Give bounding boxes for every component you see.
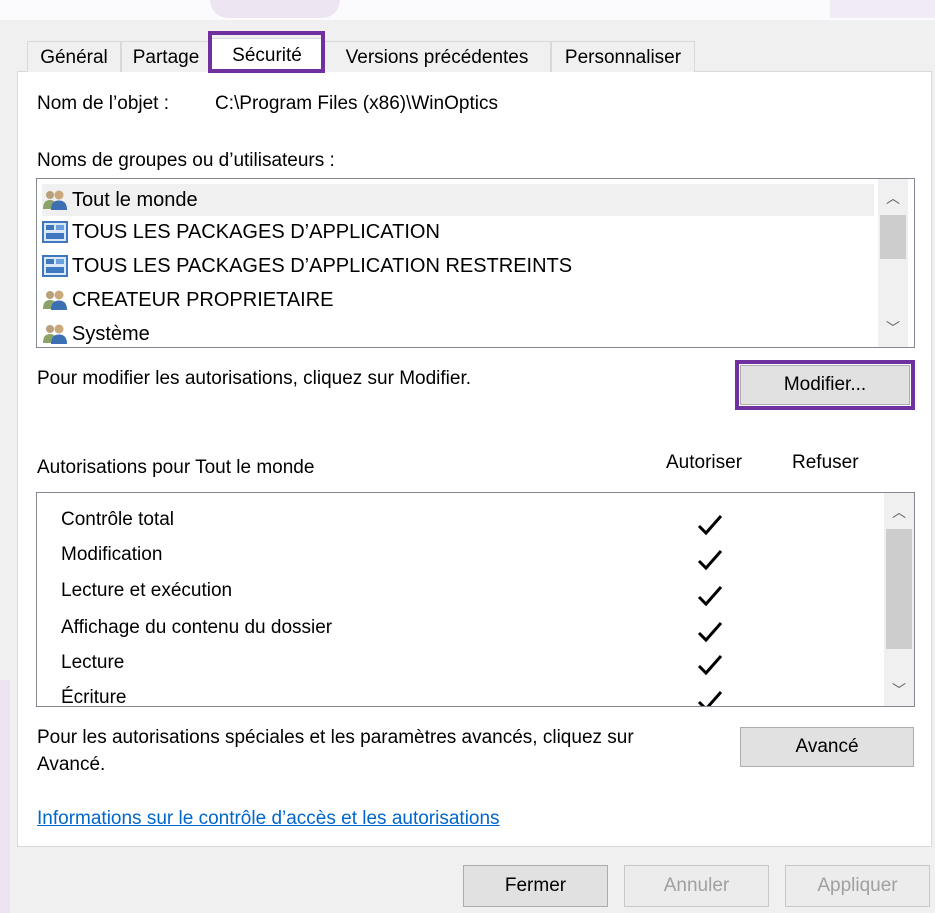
decorative-shape [0,680,10,913]
scroll-thumb[interactable] [886,529,912,649]
permissions-list: Contrôle total Modification Lecture et e… [36,492,915,707]
permission-name: Contrôle total [61,509,175,530]
permissions-label: Autorisations pour Tout le monde [37,457,315,478]
allow-check-icon [697,550,723,571]
tab-general[interactable]: Général [27,41,121,72]
list-item[interactable]: TOUS LES PACKAGES D’APPLICATION [42,216,440,248]
allow-check-icon [697,691,723,706]
permission-row: Contrôle total [61,509,174,531]
app-package-icon [42,221,68,243]
decorative-shape [830,0,935,18]
groups-list: Tout le monde TOUS LES PACKAGES D’APPLIC… [36,178,915,348]
permission-name: Lecture [61,652,125,673]
close-button[interactable]: Fermer [463,865,608,907]
users-icon [42,289,68,311]
deny-header: Refuser [792,452,859,473]
allow-check-icon [697,655,723,676]
list-item[interactable]: Tout le monde [42,184,874,216]
group-name: TOUS LES PACKAGES D’APPLICATION RESTREIN… [72,255,573,277]
scroll-up-icon[interactable]: ︿ [884,501,914,523]
permission-name: Lecture et exécution [61,580,233,601]
list-item[interactable]: CREATEUR PROPRIETAIRE [42,284,334,316]
object-name-label: Nom de l’objet : [37,93,170,114]
permission-row: Lecture [61,652,124,674]
scroll-down-icon[interactable]: ﹀ [884,679,914,701]
top-strip [0,0,935,20]
modify-hint: Pour modifier les autorisations, cliquez… [37,368,472,389]
access-control-info-link[interactable]: Informations sur le contrôle d’accès et … [37,808,500,830]
scroll-thumb[interactable] [880,215,906,259]
permission-row: Affichage du contenu du dossier [61,617,332,639]
list-item[interactable]: TOUS LES PACKAGES D’APPLICATION RESTREIN… [42,250,572,282]
scroll-up-icon[interactable]: ︿ [878,187,908,209]
permission-name: Affichage du contenu du dossier [61,617,333,638]
groups-label: Noms de groupes ou d’utilisateurs : [37,150,335,171]
permissions-scrollbar[interactable]: ︿ ﹀ [884,493,914,706]
cancel-button[interactable]: Annuler [624,865,769,907]
group-name: Système [72,323,150,345]
tab-sharing[interactable]: Partage [121,41,211,72]
permission-row: Écriture [61,687,127,707]
advanced-hint-line2: Avancé. [37,754,106,775]
users-icon [42,323,68,345]
scroll-down-icon[interactable]: ﹀ [878,317,908,339]
permission-name: Écriture [61,687,127,707]
permission-row: Lecture et exécution [61,580,232,602]
advanced-hint-line1: Pour les autorisations spéciales et les … [37,727,634,748]
permission-row: Modification [61,544,162,566]
allow-check-icon [697,515,723,536]
apply-button[interactable]: Appliquer [785,865,930,907]
modify-button-highlight [735,360,915,410]
object-path: C:\Program Files (x86)\WinOptics [215,93,498,114]
permission-name: Modification [61,544,163,565]
users-icon [42,189,68,211]
app-package-icon [42,255,68,277]
list-item[interactable]: Système [42,318,150,347]
allow-check-icon [697,622,723,643]
group-name: Tout le monde [72,189,198,211]
group-name: TOUS LES PACKAGES D’APPLICATION [72,221,440,243]
decorative-shape [210,0,340,18]
tab-previous-versions[interactable]: Versions précédentes [323,41,551,72]
tab-customize[interactable]: Personnaliser [551,41,695,72]
group-name: CREATEUR PROPRIETAIRE [72,289,334,311]
allow-header: Autoriser [666,452,743,473]
allow-check-icon [697,586,723,607]
advanced-button[interactable]: Avancé [740,727,914,767]
groups-scrollbar[interactable]: ︿ ﹀ [878,179,908,347]
security-tab-highlight [208,31,325,73]
